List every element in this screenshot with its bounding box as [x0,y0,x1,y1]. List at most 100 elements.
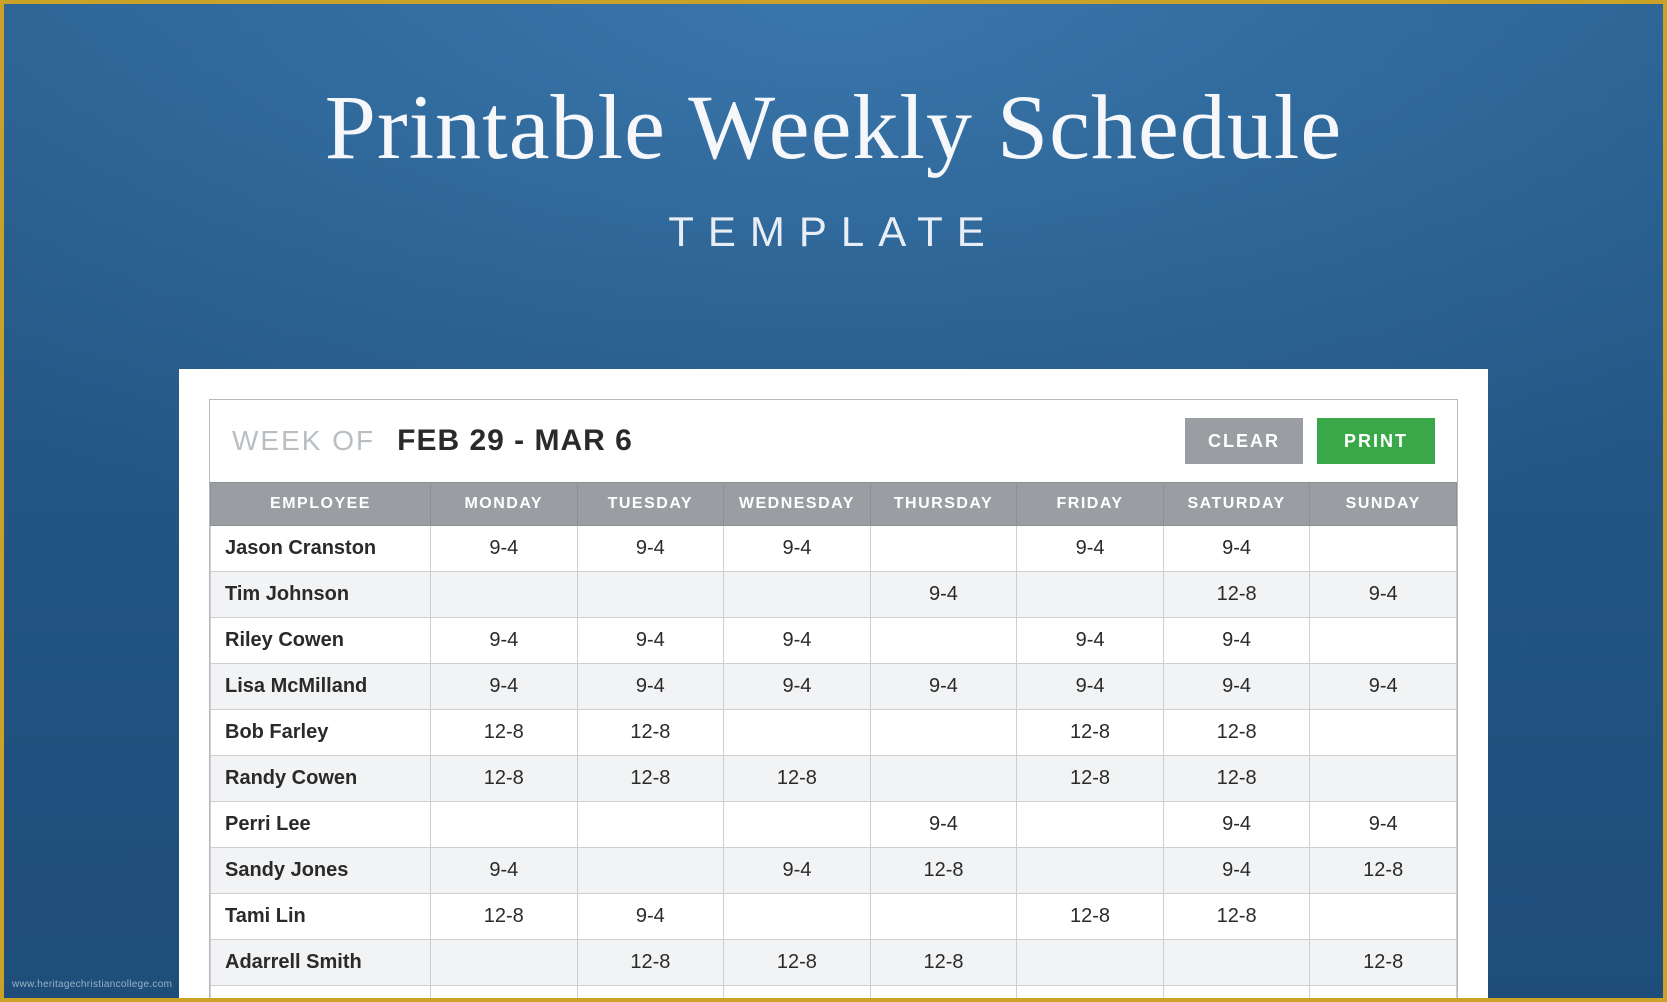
col-thursday: THURSDAY [870,483,1017,526]
schedule-panel: WEEK OF FEB 29 - MAR 6 CLEAR PRINT [209,399,1458,998]
col-sunday: SUNDAY [1310,483,1457,526]
shift-cell: 12-8 [1310,848,1457,894]
shift-cell: 9-4 [431,664,578,710]
shift-cell [577,802,724,848]
clear-button[interactable]: CLEAR [1185,418,1303,464]
shift-cell [870,526,1017,572]
shift-cell: 9-4 [1017,664,1164,710]
shift-cell [431,802,578,848]
shift-cell: 9-4 [1163,618,1310,664]
shift-cell: 9-4 [1163,802,1310,848]
shift-cell: 12-8 [1163,710,1310,756]
shift-cell [1017,802,1164,848]
employee-cell: Tami Lin [211,894,431,940]
shift-cell: 12-8 [577,940,724,986]
schedule-table: EMPLOYEE MONDAY TUESDAY WEDNESDAY THURSD… [210,482,1457,998]
shift-cell [724,572,871,618]
shift-cell [1310,710,1457,756]
shift-cell [1310,618,1457,664]
shift-cell: 9-4 [1017,526,1164,572]
table-row: Bob Farley12-812-812-812-8 [211,710,1457,756]
shift-cell: 12-8 [724,756,871,802]
week-of: WEEK OF FEB 29 - MAR 6 [232,424,633,458]
employee-cell: Perri Lee [211,802,431,848]
employee-cell: Jason Cranston [211,526,431,572]
shift-cell: 9-4 [724,526,871,572]
headline: Printable Weekly Schedule [4,74,1663,180]
shift-cell: 9-4 [870,572,1017,618]
col-wednesday: WEDNESDAY [724,483,871,526]
shift-cell [1163,940,1310,986]
shift-cell: 9-4 [870,802,1017,848]
shift-cell [870,756,1017,802]
shift-cell: 12-8 [1017,986,1164,999]
shift-cell [870,894,1017,940]
shift-cell: 9-4 [431,618,578,664]
week-label: WEEK OF [232,425,375,457]
employee-cell: Tim Johnson [211,572,431,618]
week-range: FEB 29 - MAR 6 [397,424,633,458]
shift-cell: 9-4 [724,664,871,710]
shift-cell: 9-4 [577,526,724,572]
subhead: TEMPLATE [4,208,1663,256]
col-monday: MONDAY [431,483,578,526]
employee-cell: Randy Cowen [211,756,431,802]
shift-cell [431,940,578,986]
table-row: Randy Cowen12-812-812-812-812-8 [211,756,1457,802]
print-button[interactable]: PRINT [1317,418,1435,464]
employee-cell: Bob Farley [211,710,431,756]
table-row: Riley Cowen9-49-49-49-49-4 [211,618,1457,664]
shift-cell [1310,986,1457,999]
shift-cell: 9-4 [431,848,578,894]
sheet: WEEK OF FEB 29 - MAR 6 CLEAR PRINT [179,369,1488,998]
col-saturday: SATURDAY [1163,483,1310,526]
shift-cell [724,710,871,756]
shift-cell: 12-8 [431,756,578,802]
employee-cell: Lisa McMilland [211,664,431,710]
table-row: Adarrell Smith12-812-812-812-8 [211,940,1457,986]
shift-cell: 9-4 [577,618,724,664]
shift-cell: 12-8 [577,756,724,802]
table-row: Sandy Jones9-49-412-89-412-8 [211,848,1457,894]
shift-cell [1017,940,1164,986]
col-tuesday: TUESDAY [577,483,724,526]
shift-cell: 12-8 [1163,572,1310,618]
shift-cell: 9-4 [1163,848,1310,894]
shift-cell [870,986,1017,999]
shift-cell [431,572,578,618]
shift-cell [577,572,724,618]
shift-cell: 9-4 [1310,572,1457,618]
col-employee: EMPLOYEE [211,483,431,526]
banner-frame: Printable Weekly Schedule TEMPLATE WEEK … [0,0,1667,1002]
sheet-wrap: WEEK OF FEB 29 - MAR 6 CLEAR PRINT [179,369,1488,998]
table-row: Tim Johnson9-412-89-4 [211,572,1457,618]
shift-cell: 9-4 [1163,526,1310,572]
shift-cell: 9-4 [431,526,578,572]
shift-cell: 12-8 [870,940,1017,986]
shift-cell: 12-8 [1163,894,1310,940]
shift-cell: 9-4 [724,848,871,894]
shift-cell [1017,848,1164,894]
shift-cell: 12-8 [1163,986,1310,999]
shift-cell: 12-8 [1017,894,1164,940]
watermark: www.heritagechristiancollege.com [12,979,172,990]
shift-cell: 9-4 [1310,802,1457,848]
actions: CLEAR PRINT [1185,418,1435,464]
shift-cell [1310,526,1457,572]
table-row: Charlie Vang12-812-812-8 [211,986,1457,999]
shift-cell: 12-8 [1163,756,1310,802]
shift-cell [577,848,724,894]
shift-cell: 9-4 [1310,664,1457,710]
table-row: Jason Cranston9-49-49-49-49-4 [211,526,1457,572]
shift-cell [1310,756,1457,802]
shift-cell: 12-8 [1017,756,1164,802]
shift-cell [431,986,578,999]
table-row: Lisa McMilland9-49-49-49-49-49-49-4 [211,664,1457,710]
employee-cell: Riley Cowen [211,618,431,664]
employee-cell: Charlie Vang [211,986,431,999]
shift-cell: 12-8 [1017,710,1164,756]
table-row: Perri Lee9-49-49-4 [211,802,1457,848]
shift-cell [1017,572,1164,618]
shift-cell: 12-8 [431,710,578,756]
shift-cell: 9-4 [724,618,871,664]
